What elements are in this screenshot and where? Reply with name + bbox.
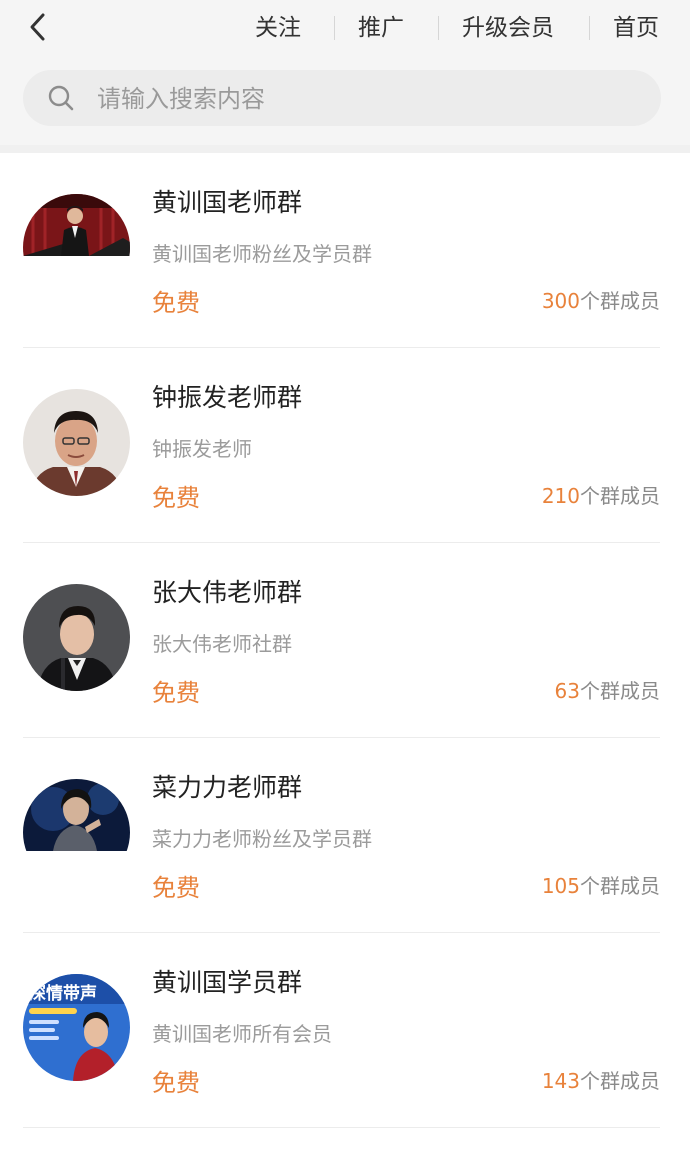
group-member-count: 63个群成员 bbox=[555, 675, 660, 704]
member-count-label: 个群成员 bbox=[580, 679, 660, 703]
nav-divider bbox=[438, 16, 439, 40]
group-member-count: 210个群成员 bbox=[542, 480, 660, 509]
group-avatar: 深情带声 bbox=[23, 974, 130, 1081]
group-avatar bbox=[23, 194, 130, 301]
member-count-number: 210 bbox=[541, 484, 580, 508]
top-nav-bar: 关注 推广 升级会员 首页 bbox=[0, 0, 690, 55]
group-list-item[interactable]: 张大伟老师群 张大伟老师社群 免费 63个群成员 bbox=[0, 543, 690, 738]
member-count-label: 个群成员 bbox=[580, 1069, 660, 1093]
group-description: 张大伟老师社群 bbox=[152, 632, 292, 656]
member-count-number: 300 bbox=[541, 289, 580, 313]
nav-home-link[interactable]: 首页 bbox=[613, 8, 659, 48]
group-avatar bbox=[23, 389, 130, 496]
chevron-left-icon bbox=[30, 13, 45, 41]
nav-divider bbox=[334, 16, 335, 40]
member-count-number: 63 bbox=[554, 679, 580, 703]
row-divider bbox=[23, 1127, 660, 1128]
member-count-number: 105 bbox=[541, 874, 580, 898]
group-list-item[interactable]: 钟振发老师群 钟振发老师 免费 210个群成员 bbox=[0, 348, 690, 543]
group-avatar bbox=[23, 584, 130, 691]
group-price: 免费 bbox=[152, 289, 200, 317]
group-description: 菜力力老师粉丝及学员群 bbox=[152, 827, 372, 851]
back-button[interactable] bbox=[18, 6, 58, 48]
search-box[interactable] bbox=[23, 70, 661, 128]
group-price: 免费 bbox=[152, 1069, 200, 1097]
section-divider bbox=[0, 145, 690, 153]
group-list: 黄训国老师群 黄训国老师粉丝及学员群 免费 300个群成员 钟振发老师群 钟振发… bbox=[0, 153, 690, 1128]
group-price: 免费 bbox=[152, 484, 200, 512]
group-list-item[interactable]: 黄训国老师群 黄训国老师粉丝及学员群 免费 300个群成员 bbox=[0, 153, 690, 348]
group-member-count: 143个群成员 bbox=[542, 1065, 660, 1094]
member-count-label: 个群成员 bbox=[580, 874, 660, 898]
group-price: 免费 bbox=[152, 874, 200, 902]
group-description: 黄训国老师粉丝及学员群 bbox=[152, 242, 372, 266]
nav-follow-link[interactable]: 关注 bbox=[255, 8, 301, 48]
search-bar-area bbox=[0, 55, 690, 145]
group-list-item[interactable]: 菜力力老师群 菜力力老师粉丝及学员群 免费 105个群成员 bbox=[0, 738, 690, 933]
nav-promote-link[interactable]: 推广 bbox=[358, 8, 404, 48]
group-description: 钟振发老师 bbox=[152, 437, 252, 461]
group-member-count: 300个群成员 bbox=[542, 285, 660, 314]
group-description: 黄训国老师所有会员 bbox=[152, 1022, 332, 1046]
group-title: 张大伟老师群 bbox=[152, 578, 303, 607]
group-avatar bbox=[23, 779, 130, 886]
group-price: 免费 bbox=[152, 679, 200, 707]
group-member-count: 105个群成员 bbox=[542, 870, 660, 899]
nav-upgrade-member-link[interactable]: 升级会员 bbox=[462, 8, 554, 48]
avatar-caption-text: 深情带声 bbox=[29, 983, 97, 1004]
group-list-item[interactable]: 深情带声 黄训国学员群 黄训国老师所有会员 免费 143个群成员 bbox=[0, 933, 690, 1128]
group-title: 菜力力老师群 bbox=[152, 773, 303, 802]
member-count-number: 143 bbox=[541, 1069, 580, 1093]
member-count-label: 个群成员 bbox=[580, 484, 660, 508]
search-input[interactable] bbox=[95, 70, 639, 128]
group-title: 黄训国老师群 bbox=[152, 188, 303, 217]
member-count-label: 个群成员 bbox=[580, 289, 660, 313]
nav-divider bbox=[589, 16, 590, 40]
search-icon bbox=[48, 85, 74, 111]
group-title: 钟振发老师群 bbox=[152, 383, 303, 412]
group-title: 黄训国学员群 bbox=[152, 968, 303, 997]
